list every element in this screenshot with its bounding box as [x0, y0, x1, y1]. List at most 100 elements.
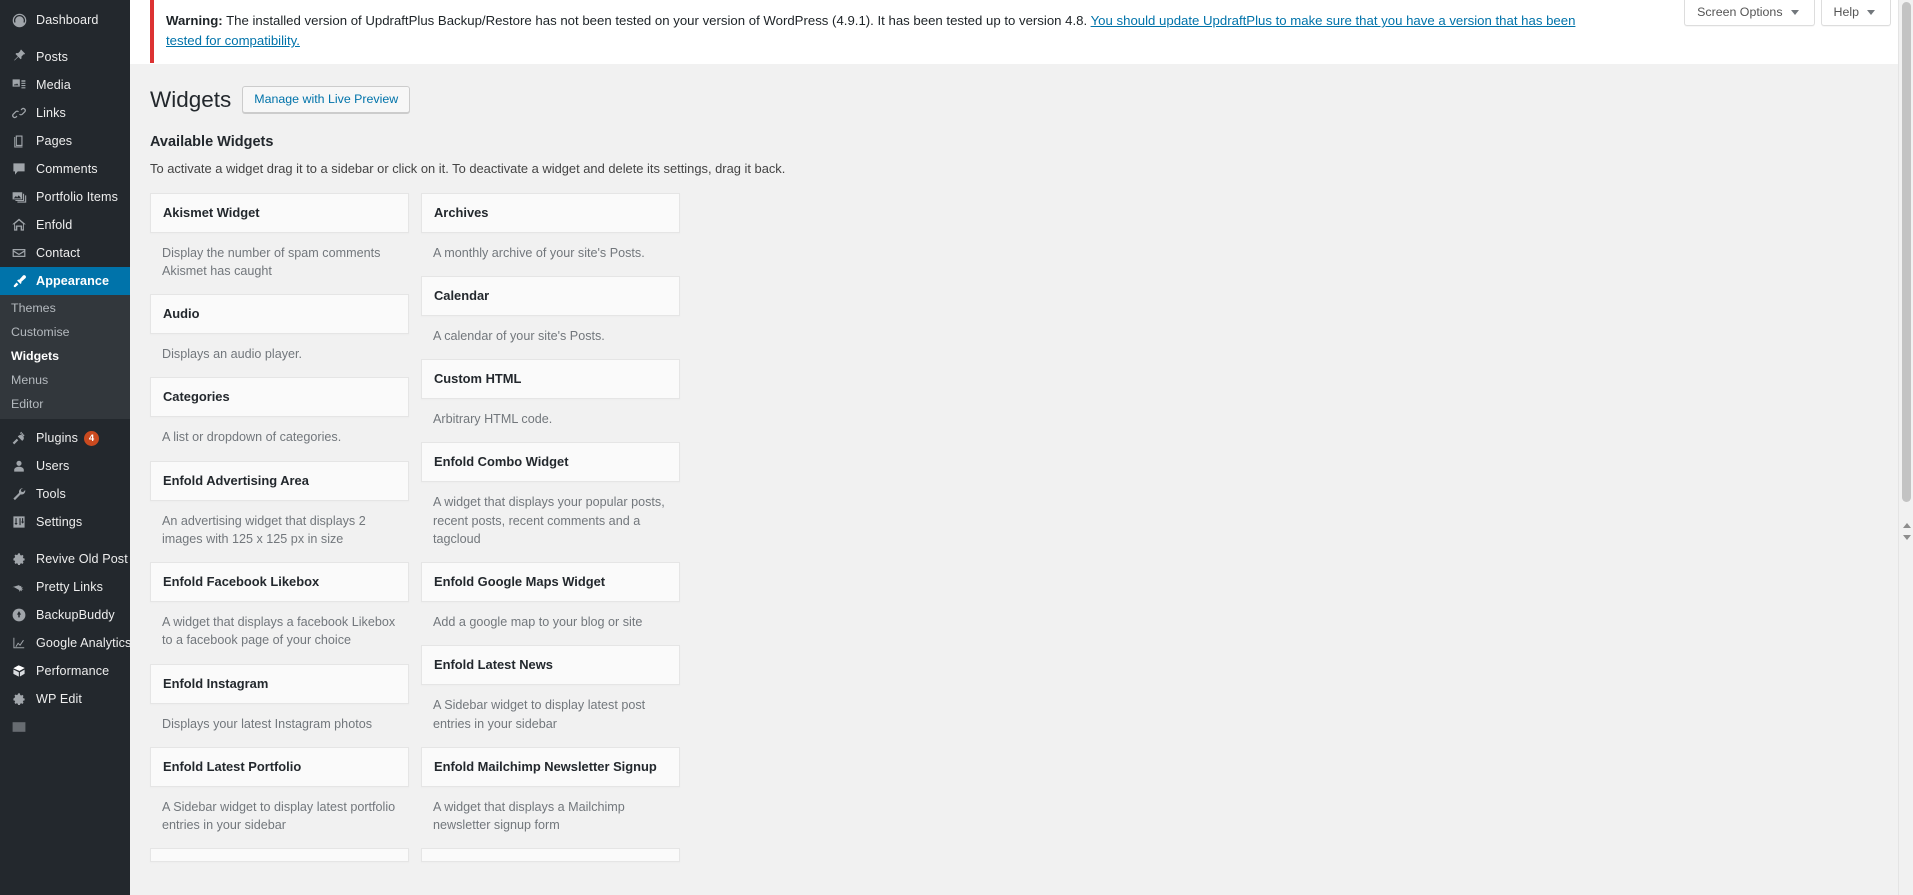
widget-handle[interactable]: Enfold Latest News — [421, 645, 680, 686]
sidebar-item-label: Google Analytics — [36, 635, 130, 650]
screen-meta-links: Screen Options Help — [1684, 0, 1891, 26]
widget-description: A widget that displays your popular post… — [433, 495, 665, 546]
updraftplus-compat-warning-notice: Warning: The installed version of Updraf… — [150, 0, 1590, 63]
settings-icon — [9, 512, 29, 532]
sidebar-item-dashboard[interactable]: Dashboard — [0, 6, 130, 34]
widget-handle[interactable] — [150, 848, 409, 863]
widget-handle[interactable]: Enfold Combo Widget — [421, 442, 680, 483]
page-icon — [9, 131, 29, 151]
chevron-down-icon — [1867, 9, 1875, 15]
user-icon — [9, 456, 29, 476]
sidebar-item-links[interactable]: Links — [0, 99, 130, 127]
sidebar-item-backupbuddy[interactable]: BackupBuddy — [0, 601, 130, 629]
sidebar-item-revive-old-post[interactable]: Revive Old Post — [0, 545, 130, 573]
widget-title: Enfold Latest News — [434, 657, 553, 673]
sidebar-item-posts[interactable]: Posts — [0, 43, 130, 71]
widget-handle[interactable]: Audio — [150, 294, 409, 335]
widget-title: Calendar — [434, 287, 490, 303]
sidebar-item-performance[interactable]: Performance — [0, 657, 130, 685]
sidebar-item-label: Appearance — [36, 273, 110, 288]
page-title: Widgets — [150, 86, 232, 112]
pretty-links-icon — [9, 577, 29, 597]
sidebar-item-label: Performance — [36, 663, 110, 678]
link-icon — [9, 103, 29, 123]
chart-icon — [9, 633, 29, 653]
widget-handle[interactable]: Enfold Facebook Likebox — [150, 562, 409, 603]
sidebar-item-settings[interactable]: Settings — [0, 508, 130, 536]
widget-title: Enfold Facebook Likebox — [163, 574, 320, 590]
widget-handle[interactable]: Calendar — [421, 275, 680, 316]
sidebar-item-contact[interactable]: Contact — [0, 239, 130, 267]
sidebar-item-media[interactable]: Media — [0, 71, 130, 99]
widget-title: Enfold Combo Widget — [434, 454, 569, 470]
sidebar-item-appearance[interactable]: Appearance — [0, 267, 130, 295]
widget-item-partial — [421, 848, 680, 863]
widget-description: Displays an audio player. — [162, 347, 303, 362]
widget-item: Enfold Mailchimp Newsletter Signup A wid… — [421, 746, 680, 835]
dashboard-icon — [9, 10, 29, 30]
widget-handle[interactable]: Enfold Latest Portfolio — [150, 746, 409, 787]
help-button[interactable]: Help — [1820, 0, 1891, 26]
gear-icon — [9, 549, 29, 569]
widget-handle[interactable]: Categories — [150, 377, 409, 418]
widget-description: Arbitrary HTML code. — [433, 412, 553, 427]
widget-description: Add a google map to your blog or site — [433, 615, 643, 630]
widget-title: Enfold Mailchimp Newsletter Signup — [434, 758, 657, 774]
widget-description: A widget that displays a Mailchimp newsl… — [433, 799, 625, 833]
sidebar-item-label: Posts — [36, 49, 68, 64]
envelope-icon — [9, 243, 29, 263]
widget-handle[interactable]: Archives — [421, 192, 680, 233]
sidebar-item-tools[interactable]: Tools — [0, 480, 130, 508]
scrollbar-thumb[interactable] — [1902, 2, 1911, 502]
sidebar-subitem-themes[interactable]: Themes — [0, 296, 130, 320]
help-label: Help — [1833, 5, 1859, 19]
widget-description: A list or dropdown of categories. — [162, 430, 342, 445]
widget-item: Enfold Combo Widget A widget that displa… — [421, 442, 680, 548]
widget-handle[interactable]: Enfold Mailchimp Newsletter Signup — [421, 746, 680, 787]
widget-handle[interactable] — [421, 848, 680, 863]
plugins-update-badge: 4 — [84, 430, 100, 446]
available-widgets-description: To activate a widget drag it to a sideba… — [150, 161, 786, 177]
widget-column-left: Akismet Widget Display the number of spa… — [150, 192, 409, 877]
sidebar-item-users[interactable]: Users — [0, 452, 130, 480]
widget-handle[interactable]: Akismet Widget — [150, 192, 409, 233]
sidebar-subitem-customise[interactable]: Customise — [0, 320, 130, 344]
manage-with-live-preview-button[interactable]: Manage with Live Preview — [242, 86, 411, 114]
screen-options-button[interactable]: Screen Options — [1684, 0, 1815, 26]
widget-item: Enfold Latest Portfolio A Sidebar widget… — [150, 746, 409, 835]
widget-handle[interactable]: Enfold Google Maps Widget — [421, 562, 680, 603]
sidebar-subitem-editor[interactable]: Editor — [0, 392, 130, 416]
sidebar-item-label: Enfold — [36, 217, 73, 232]
sidebar-item-wp-edit[interactable]: WP Edit — [0, 685, 130, 713]
widget-description: Displays your latest Instagram photos — [162, 716, 372, 731]
comment-icon — [9, 159, 29, 179]
widget-item: Archives A monthly archive of your site'… — [421, 192, 680, 262]
widget-item: Calendar A calendar of your site's Posts… — [421, 275, 680, 345]
scroll-down-arrow-icon[interactable] — [1903, 535, 1911, 540]
widget-handle[interactable]: Enfold Instagram — [150, 663, 409, 704]
sidebar-item-label: Dashboard — [36, 12, 99, 27]
sidebar-item-google-analytics[interactable]: Google Analytics — [0, 629, 130, 657]
media-icon — [9, 75, 29, 95]
widget-item: Audio Displays an audio player. — [150, 294, 409, 363]
sidebar-item-partial-bottom[interactable] — [0, 713, 130, 741]
sidebar-item-pages[interactable]: Pages — [0, 127, 130, 155]
sidebar-item-label: Pretty Links — [36, 579, 103, 594]
widget-title: Enfold Advertising Area — [163, 472, 309, 488]
sidebar-item-plugins[interactable]: Plugins 4 — [0, 424, 130, 452]
sidebar-subitem-menus[interactable]: Menus — [0, 368, 130, 392]
sidebar-subitem-widgets[interactable]: Widgets — [0, 344, 130, 368]
widget-handle[interactable]: Enfold Advertising Area — [150, 460, 409, 501]
sidebar-item-pretty-links[interactable]: Pretty Links — [0, 573, 130, 601]
scroll-up-arrow-icon[interactable] — [1903, 523, 1911, 528]
sidebar-item-enfold[interactable]: Enfold — [0, 211, 130, 239]
sidebar-item-comments[interactable]: Comments — [0, 155, 130, 183]
widget-title: Audio — [163, 306, 200, 322]
appearance-submenu: Themes Customise Widgets Menus Editor — [0, 295, 130, 419]
available-widgets-heading: Available Widgets — [150, 134, 274, 151]
sidebar-item-portfolio-items[interactable]: Portfolio Items — [0, 183, 130, 211]
sidebar-item-label: Users — [36, 458, 70, 473]
brush-icon — [9, 271, 29, 291]
widget-handle[interactable]: Custom HTML — [421, 359, 680, 400]
page-scrollbar[interactable] — [1898, 0, 1913, 895]
